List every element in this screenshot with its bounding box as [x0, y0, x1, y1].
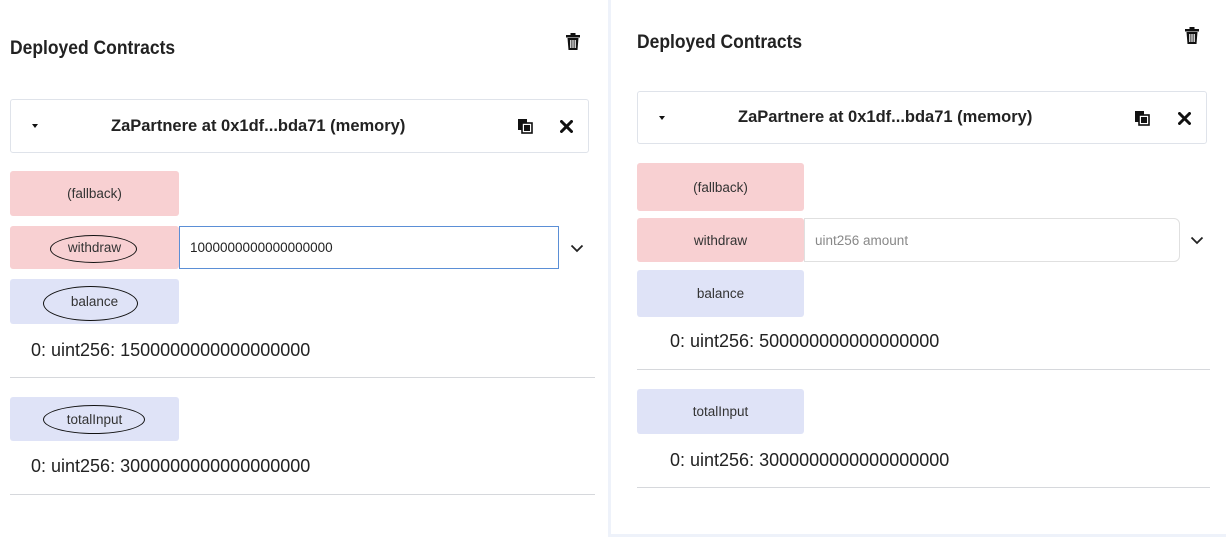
section-title: Deployed Contracts: [10, 38, 176, 59]
totalinput-button[interactable]: totalInput: [637, 389, 804, 434]
close-icon[interactable]: [560, 120, 573, 133]
withdraw-button[interactable]: withdraw: [637, 218, 804, 262]
divider: [637, 369, 1210, 370]
caret-down-icon[interactable]: [659, 116, 665, 120]
contract-instance-header[interactable]: ZaPartnere at 0x1df...bda71 (memory): [10, 99, 589, 153]
divider: [10, 377, 595, 378]
totalinput-result: 0: uint256: 3000000000000000000: [31, 456, 311, 476]
close-icon[interactable]: [1178, 112, 1191, 125]
trash-icon[interactable]: [1185, 27, 1199, 44]
copy-icon[interactable]: [1134, 110, 1150, 126]
chevron-down-icon[interactable]: [1190, 236, 1204, 245]
fallback-button[interactable]: (fallback): [10, 171, 179, 216]
balance-result: 0: uint256: 500000000000000000: [670, 331, 940, 351]
divider: [10, 494, 595, 495]
section-title: Deployed Contracts: [637, 32, 803, 53]
chevron-down-icon[interactable]: [570, 244, 584, 253]
withdraw-button[interactable]: withdraw: [10, 226, 179, 269]
balance-button[interactable]: balance: [10, 279, 179, 324]
balance-button[interactable]: balance: [637, 270, 804, 317]
contract-instance-title: ZaPartnere at 0x1df...bda71 (memory): [111, 117, 406, 135]
deployed-contracts-panel-left: Deployed Contracts ZaPartnere at 0x1df..…: [0, 0, 600, 537]
balance-result: 0: uint256: 1500000000000000000: [31, 340, 311, 360]
divider: [637, 487, 1210, 488]
totalinput-button[interactable]: totalInput: [10, 397, 179, 441]
contract-instance-header[interactable]: ZaPartnere at 0x1df...bda71 (memory): [637, 91, 1207, 144]
caret-down-icon[interactable]: [32, 124, 38, 128]
copy-icon[interactable]: [517, 118, 533, 134]
trash-icon[interactable]: [566, 33, 580, 50]
deployed-contracts-panel-right: Deployed Contracts ZaPartnere at 0x1df..…: [608, 0, 1226, 537]
contract-instance-title: ZaPartnere at 0x1df...bda71 (memory): [738, 108, 1033, 126]
fallback-button[interactable]: (fallback): [637, 163, 804, 211]
withdraw-amount-input[interactable]: 1000000000000000000: [179, 226, 559, 269]
totalinput-result: 0: uint256: 3000000000000000000: [670, 450, 950, 470]
withdraw-amount-input[interactable]: uint256 amount: [804, 218, 1180, 262]
